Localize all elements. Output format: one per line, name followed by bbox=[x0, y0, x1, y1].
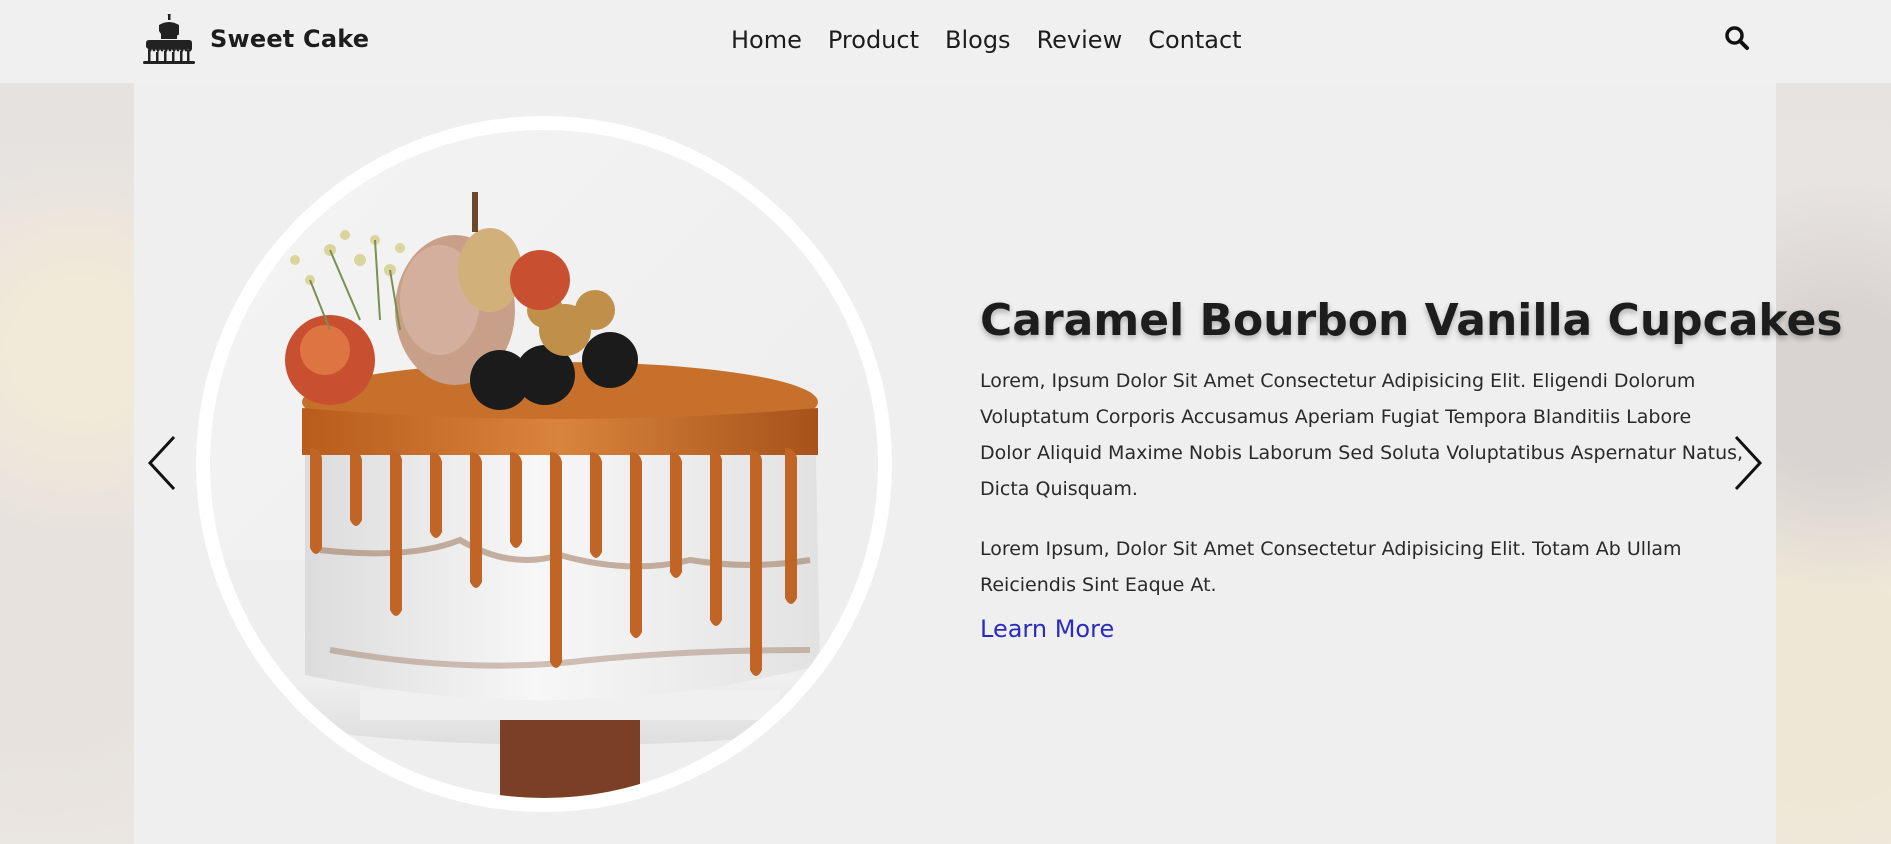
search-button[interactable] bbox=[1723, 24, 1751, 52]
slider-prev-button[interactable] bbox=[144, 433, 184, 493]
chevron-left-icon bbox=[147, 435, 176, 491]
hero-slider: Caramel Bourbon Vanilla Cupcakes Lorem, … bbox=[134, 83, 1843, 844]
nav-item-review[interactable]: Review bbox=[1037, 22, 1123, 58]
cake-illustration bbox=[210, 130, 878, 798]
nav-item-product[interactable]: Product bbox=[828, 22, 919, 58]
nav-item-home[interactable]: Home bbox=[731, 22, 802, 58]
slide-description-2: Lorem Ipsum, Dolor Sit Amet Consectetur … bbox=[980, 538, 1682, 596]
slide-content: Caramel Bourbon Vanilla Cupcakes Lorem, … bbox=[980, 293, 1843, 643]
search-icon bbox=[1725, 26, 1749, 50]
background-left-panel bbox=[0, 83, 134, 844]
slide-image-frame bbox=[196, 116, 892, 812]
slide-description-1: Lorem, Ipsum Dolor Sit Amet Consectetur … bbox=[980, 370, 1744, 500]
nav-item-contact[interactable]: Contact bbox=[1148, 22, 1241, 58]
slide-title: Caramel Bourbon Vanilla Cupcakes bbox=[980, 295, 1843, 346]
slider-next-button[interactable] bbox=[1726, 433, 1766, 493]
main-nav: Home Product Blogs Review Contact bbox=[731, 22, 1242, 58]
brand[interactable]: Sweet Cake bbox=[142, 14, 369, 64]
cake-logo-icon bbox=[143, 14, 195, 64]
learn-more-link[interactable]: Learn More bbox=[980, 615, 1114, 643]
site-header: Sweet Cake Home Product Blogs Review Con… bbox=[0, 0, 1891, 83]
nav-item-blogs[interactable]: Blogs bbox=[945, 22, 1011, 58]
background-right-panel bbox=[1776, 83, 1891, 844]
slide-image bbox=[210, 130, 878, 798]
brand-name: Sweet Cake bbox=[210, 25, 370, 53]
chevron-right-icon bbox=[1734, 435, 1763, 491]
